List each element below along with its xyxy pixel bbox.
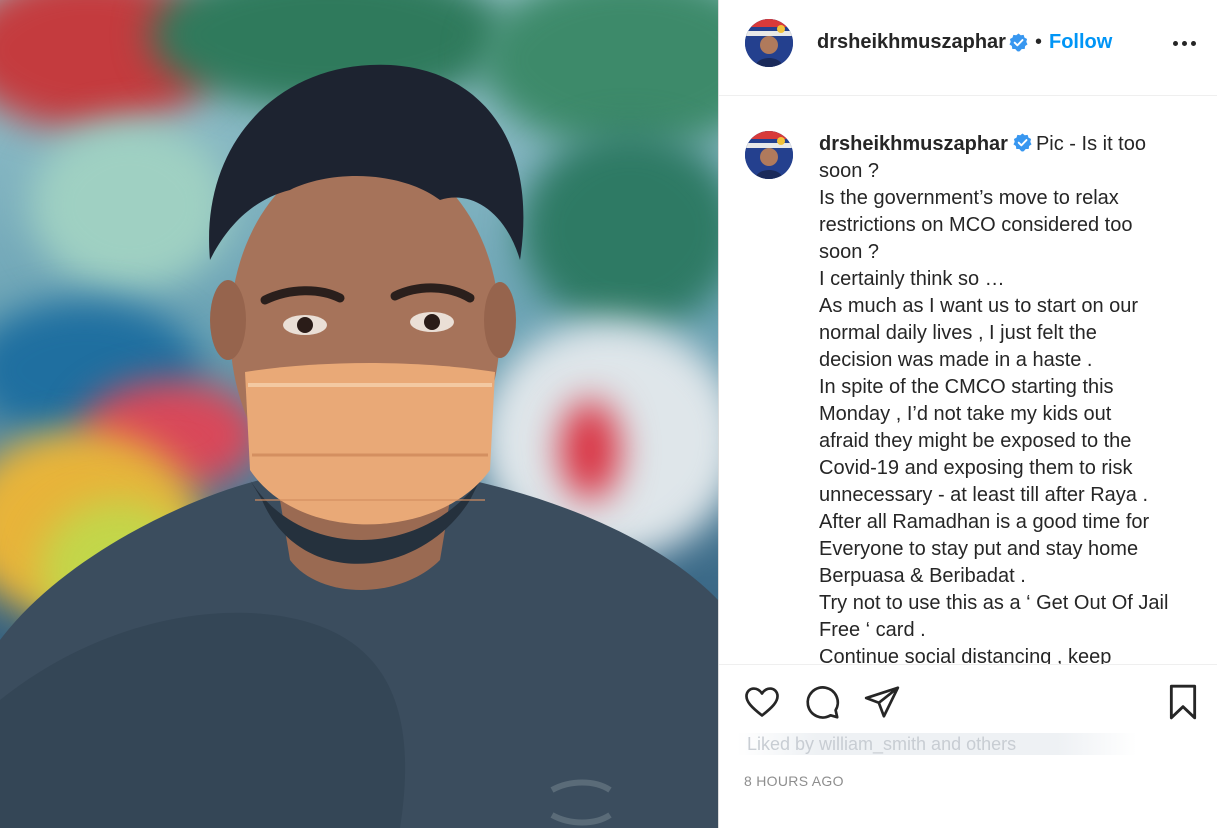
post-photo [0, 0, 718, 828]
caption-avatar[interactable] [745, 131, 793, 179]
verified-badge-icon [1013, 133, 1032, 152]
bookmark-icon[interactable] [1163, 681, 1203, 723]
avatar[interactable] [745, 19, 793, 67]
more-options-icon[interactable] [1173, 33, 1199, 53]
caption-line: Everyone to stay put and stay home [819, 538, 1139, 560]
avatar-image [745, 19, 793, 67]
separator-dot: • [1035, 31, 1043, 53]
caption-line: Try not to use this as a ‘ Get Out Of Ja… [819, 592, 1169, 614]
caption-line: unnecessary - at least till after Raya . [819, 484, 1149, 506]
caption-line: soon ? [819, 241, 880, 263]
caption-first-line: Pic - Is it too [1035, 133, 1146, 155]
caption-line: As much as I want us to start on our [819, 295, 1139, 317]
comment-icon[interactable] [803, 683, 841, 721]
caption-line: Berpuasa & Beribadat . [819, 565, 1026, 587]
caption-line: normal daily lives , I just felt the [819, 322, 1097, 344]
caption-username[interactable]: drsheikhmuszaphar [819, 133, 1008, 155]
caption-line: Is the government’s move to relax [819, 187, 1119, 209]
caption-line: Free ‘ card . [819, 619, 926, 641]
caption-line: Continue social distancing , keep [819, 646, 1112, 664]
caption-line: Monday , I’d not take my kids out [819, 403, 1112, 425]
caption-line: I certainly think so … [819, 268, 1005, 290]
caption-line: restrictions on MCO considered too [819, 214, 1133, 236]
verified-badge-icon [1009, 33, 1028, 52]
paper-plane-icon[interactable] [863, 683, 901, 721]
post-timestamp[interactable]: 8 HOURS AGO [744, 773, 844, 789]
caption-line: In spite of the CMCO starting this [819, 376, 1114, 398]
heart-icon[interactable] [743, 683, 781, 721]
caption-line: Covid-19 and exposing them to risk [819, 457, 1133, 479]
username[interactable]: drsheikhmuszaphar [817, 31, 1006, 54]
caption-area[interactable]: drsheikhmuszaphar Pic - Is it too soon ? … [719, 96, 1217, 664]
caption-line: soon ? [819, 160, 880, 182]
post-header: drsheikhmuszaphar • Follow [719, 0, 1217, 96]
post-side-panel: drsheikhmuszaphar • Follow drsheikhmusza… [718, 0, 1217, 828]
caption-line: After all Ramadhan is a good time for [819, 511, 1150, 533]
person-figure [0, 64, 718, 828]
likes-summary[interactable]: Liked by william_smith and others [737, 733, 1137, 755]
follow-button[interactable]: Follow [1049, 31, 1112, 54]
avatar-image [745, 131, 793, 179]
post-actions: Liked by william_smith and others 8 HOUR… [719, 664, 1217, 828]
caption-line: afraid they might be exposed to the [819, 430, 1132, 452]
post-caption: drsheikhmuszaphar Pic - Is it too soon ? … [819, 131, 1189, 664]
caption-line: decision was made in a haste . [819, 349, 1093, 371]
